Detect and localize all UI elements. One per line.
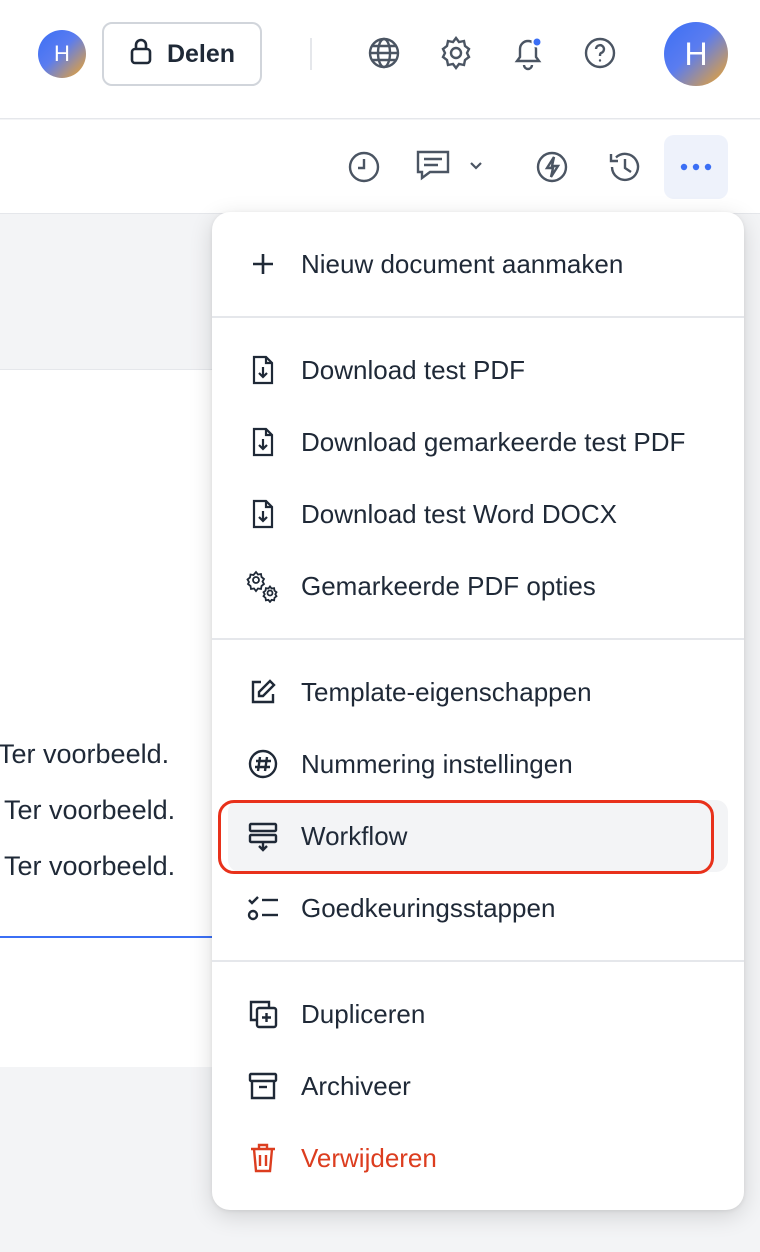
chevron-down-icon [468,157,484,178]
document-toolbar [0,120,760,214]
document-text-line: Ter voorbeeld. [4,795,176,825]
menu-item-marked-pdf-options[interactable]: Gemarkeerde PDF opties [212,556,744,616]
comments-dropdown[interactable] [412,144,496,190]
profile-initial: H [684,35,708,72]
lock-icon [129,37,153,72]
menu-item-download-docx[interactable]: Download test Word DOCX [212,484,744,544]
document-text-line: Ter voorbeeld. [4,851,176,881]
ellipsis-icon [680,158,712,176]
bell-icon[interactable] [508,33,548,73]
help-icon[interactable] [580,33,620,73]
history-icon[interactable] [604,144,646,190]
menu-item-label: Template-eigenschappen [301,676,592,707]
menu-separator [212,638,744,640]
archive-icon [242,1065,284,1107]
duplicate-icon [242,993,284,1035]
file-download-icon [242,349,284,391]
top-header: H Delen H [0,0,760,119]
collaborator-avatar[interactable]: H [38,30,86,78]
workflow-highlight-annotation [218,800,714,874]
edit-icon [242,671,284,713]
menu-item-label: Goedkeuringsstappen [301,892,556,923]
menu-separator [212,316,744,318]
share-button[interactable]: Delen [102,22,262,86]
menu-item-label: Download test Word DOCX [301,498,617,529]
menu-item-approval-steps[interactable]: Goedkeuringsstappen [212,878,744,938]
more-options-button[interactable] [664,135,728,199]
profile-avatar[interactable]: H [664,22,728,86]
trash-icon [242,1137,284,1179]
header-divider [310,38,312,70]
gear-icon[interactable] [436,33,476,73]
comment-icon [412,144,454,191]
share-label: Delen [166,39,236,68]
menu-item-duplicate[interactable]: Dupliceren [212,984,744,1044]
menu-separator [212,960,744,962]
menu-item-label: Verwijderen [301,1142,437,1173]
menu-item-template-properties[interactable]: Template-eigenschappen [212,662,744,722]
menu-item-new-document[interactable]: Nieuw document aanmaken [212,234,744,294]
document-page [0,369,230,1067]
lightning-icon[interactable] [531,144,573,190]
menu-item-label: Nieuw document aanmaken [301,248,624,279]
document-text-line: Ter voorbeeld. [0,739,170,769]
menu-item-label: Download test PDF [301,354,525,385]
menu-item-download-pdf[interactable]: Download test PDF [212,340,744,400]
collaborator-initial: H [54,41,70,66]
file-download-icon [242,421,284,463]
gears-icon [242,565,284,607]
menu-item-label: Gemarkeerde PDF opties [301,570,596,601]
menu-item-numbering-settings[interactable]: Nummering instellingen [212,734,744,794]
clock-icon[interactable] [343,144,385,190]
file-download-icon [242,493,284,535]
menu-item-delete[interactable]: Verwijderen [212,1128,744,1188]
hash-icon [242,743,284,785]
menu-item-archive[interactable]: Archiveer [212,1056,744,1116]
plus-icon [242,243,284,285]
more-options-menu: Nieuw document aanmaken Download test PD… [212,212,744,1210]
menu-item-label: Nummering instellingen [301,748,573,779]
menu-item-label: Download gemarkeerde test PDF [301,426,686,457]
menu-item-label: Dupliceren [301,998,426,1029]
document-selection-line [0,936,230,938]
menu-item-label: Archiveer [301,1070,411,1101]
menu-item-download-marked-pdf[interactable]: Download gemarkeerde test PDF [212,412,744,472]
checklist-icon [242,887,284,929]
globe-icon[interactable] [364,33,404,73]
